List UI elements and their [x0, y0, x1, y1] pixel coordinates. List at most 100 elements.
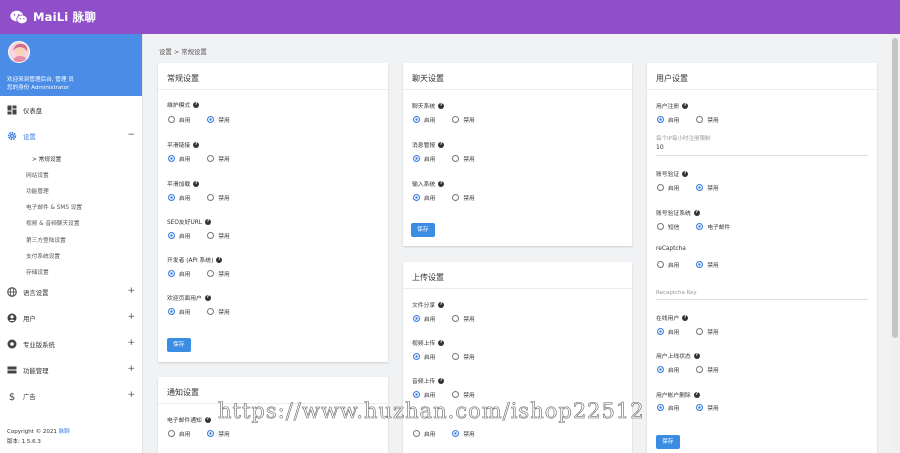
radio-label: 禁用 [707, 406, 719, 412]
sidebar-item-users[interactable]: 用户 + [0, 308, 142, 328]
radio-label: 启用 [179, 432, 191, 438]
help-icon[interactable]: ? [682, 170, 689, 177]
expand-icon[interactable]: + [127, 312, 135, 322]
seo-url-disable-radio[interactable]: 禁用 [207, 231, 230, 240]
sidebar-item-dashboard[interactable]: 仪表盘 [0, 100, 142, 120]
expand-icon[interactable]: + [127, 286, 135, 296]
sidebar-item-feature-mgmt[interactable]: 功能管理 + [0, 360, 142, 380]
audio-upload-enable-radio[interactable]: 启用 [413, 390, 435, 399]
audio-upload-disable-radio[interactable]: 禁用 [452, 390, 475, 399]
collapse-icon[interactable]: − [127, 130, 135, 140]
sidebar-item-pro[interactable]: 专业版系统 + [0, 334, 142, 354]
help-icon[interactable]: ? [204, 416, 211, 423]
help-icon[interactable]: ? [693, 391, 700, 398]
page-scrollbar[interactable] [890, 34, 900, 453]
help-icon[interactable]: ? [193, 141, 200, 148]
seo-url-enable-radio[interactable]: 启用 [168, 231, 190, 240]
radio-label: 短信 [668, 225, 680, 231]
verify-sms-radio[interactable]: 短信 [657, 222, 679, 231]
sidebar-sub-video-audio[interactable]: 视频 & 音频聊天设置 [26, 218, 80, 227]
message-report-disable-radio[interactable]: 禁用 [452, 154, 475, 163]
sidebar-item-ads[interactable]: $ 广告 + [0, 386, 142, 406]
upload-settings-card: 上传设置 文件分享? 启用 禁用 视频上传? 启用 禁用 音频上传? 启用 禁用… [403, 262, 632, 453]
scrollbar-thumb[interactable] [892, 38, 898, 338]
help-icon[interactable]: ? [682, 102, 689, 109]
message-report-enable-radio[interactable]: 启用 [413, 154, 435, 163]
video-upload-enable-radio[interactable]: 启用 [413, 352, 435, 361]
account-verify-enable-radio[interactable]: 启用 [657, 183, 679, 192]
chat-save-button[interactable]: 保存 [411, 223, 435, 237]
online-status-enable-radio[interactable]: 启用 [657, 365, 679, 374]
chat-system-enable-radio[interactable]: 启用 [413, 115, 435, 124]
general-save-button[interactable]: 保存 [167, 338, 191, 352]
help-icon[interactable]: ? [693, 352, 700, 359]
maintenance-enable-radio[interactable]: 启用 [168, 115, 190, 124]
brand[interactable]: MaiLi 脉聊 [10, 9, 96, 25]
sidebar-sub-general[interactable]: > 常规设置 [32, 154, 61, 163]
help-icon[interactable]: ? [193, 180, 200, 187]
help-icon[interactable]: ? [682, 314, 689, 321]
help-icon[interactable]: ? [438, 102, 445, 109]
help-icon[interactable]: ? [204, 294, 211, 301]
smooth-loading-disable-radio[interactable]: 禁用 [207, 193, 230, 202]
help-icon[interactable]: ? [438, 377, 445, 384]
sidebar-sub-site[interactable]: 网站设置 [26, 170, 49, 179]
user-register-enable-radio[interactable]: 启用 [657, 115, 679, 124]
typing-system-disable-radio[interactable]: 禁用 [452, 193, 475, 202]
ip-limit-input[interactable]: 10 [656, 144, 664, 151]
email-notify-disable-radio[interactable]: 禁用 [207, 429, 230, 438]
video-upload-disable-radio[interactable]: 禁用 [452, 352, 475, 361]
upload-option-enable-radio[interactable]: 启用 [413, 429, 435, 438]
sidebar-sub-storage[interactable]: 存储设置 [26, 267, 49, 276]
version-text: 版本: 1.5.6.3 [7, 439, 41, 445]
user-register-disable-radio[interactable]: 禁用 [696, 115, 719, 124]
sidebar-sub-email-sms[interactable]: 电子邮件 & SMS 设置 [26, 202, 82, 211]
sidebar-item-language[interactable]: 语言设置 + [0, 282, 142, 302]
online-users-disable-radio[interactable]: 禁用 [696, 327, 719, 336]
welcome-page-enable-radio[interactable]: 启用 [168, 307, 190, 316]
chat-system-disable-radio[interactable]: 禁用 [452, 115, 475, 124]
help-icon[interactable]: ? [438, 301, 445, 308]
copyright-brand-link[interactable]: 脉聊 [59, 429, 70, 435]
online-status-disable-radio[interactable]: 禁用 [696, 365, 719, 374]
help-icon[interactable]: ? [193, 101, 200, 108]
welcome-page-label: 欢迎页面用户? [167, 293, 211, 302]
recaptcha-key-input[interactable]: Recaptcha Key [656, 290, 697, 296]
typing-system-enable-radio[interactable]: 启用 [413, 193, 435, 202]
sidebar-item-settings[interactable]: 设置 − [0, 126, 142, 146]
top-bar: MaiLi 脉聊 [0, 0, 900, 34]
smooth-loading-enable-radio[interactable]: 启用 [168, 193, 190, 202]
upload-option-disable-radio[interactable]: 禁用 [452, 429, 475, 438]
account-delete-disable-radio[interactable]: 禁用 [696, 403, 719, 412]
help-icon[interactable]: ? [438, 180, 445, 187]
online-users-enable-radio[interactable]: 启用 [657, 327, 679, 336]
help-icon[interactable]: ? [205, 218, 211, 225]
expand-icon[interactable]: + [127, 364, 135, 374]
maintenance-disable-radio[interactable]: 禁用 [207, 115, 230, 124]
sidebar-sub-payment[interactable]: 支付系统设置 [26, 251, 60, 260]
smooth-links-disable-radio[interactable]: 禁用 [207, 154, 230, 163]
expand-icon[interactable]: + [127, 338, 135, 348]
developer-api-disable-radio[interactable]: 禁用 [207, 269, 230, 278]
developer-api-enable-radio[interactable]: 启用 [168, 269, 190, 278]
file-share-enable-radio[interactable]: 启用 [413, 314, 435, 323]
smooth-links-enable-radio[interactable]: 启用 [168, 154, 190, 163]
help-icon[interactable]: ? [216, 256, 223, 263]
account-delete-enable-radio[interactable]: 启用 [657, 403, 679, 412]
user-save-button[interactable]: 保存 [656, 435, 680, 449]
recaptcha-enable-radio[interactable]: 启用 [657, 260, 679, 269]
file-share-disable-radio[interactable]: 禁用 [452, 314, 475, 323]
sidebar-sub-features[interactable]: 功能管理 [26, 186, 49, 195]
email-notify-enable-radio[interactable]: 启用 [168, 429, 190, 438]
help-icon[interactable]: ? [438, 339, 445, 346]
expand-icon[interactable]: + [127, 390, 135, 400]
account-verify-disable-radio[interactable]: 禁用 [696, 183, 719, 192]
radio-circle [696, 261, 704, 268]
help-icon[interactable]: ? [438, 141, 445, 148]
avatar[interactable] [8, 41, 30, 63]
sidebar-sub-social-login[interactable]: 第三方登陆设置 [26, 235, 66, 244]
recaptcha-disable-radio[interactable]: 禁用 [696, 260, 719, 269]
verify-email-radio[interactable]: 电子邮件 [696, 222, 730, 231]
help-icon[interactable]: ? [693, 209, 700, 216]
welcome-page-disable-radio[interactable]: 禁用 [207, 307, 230, 316]
